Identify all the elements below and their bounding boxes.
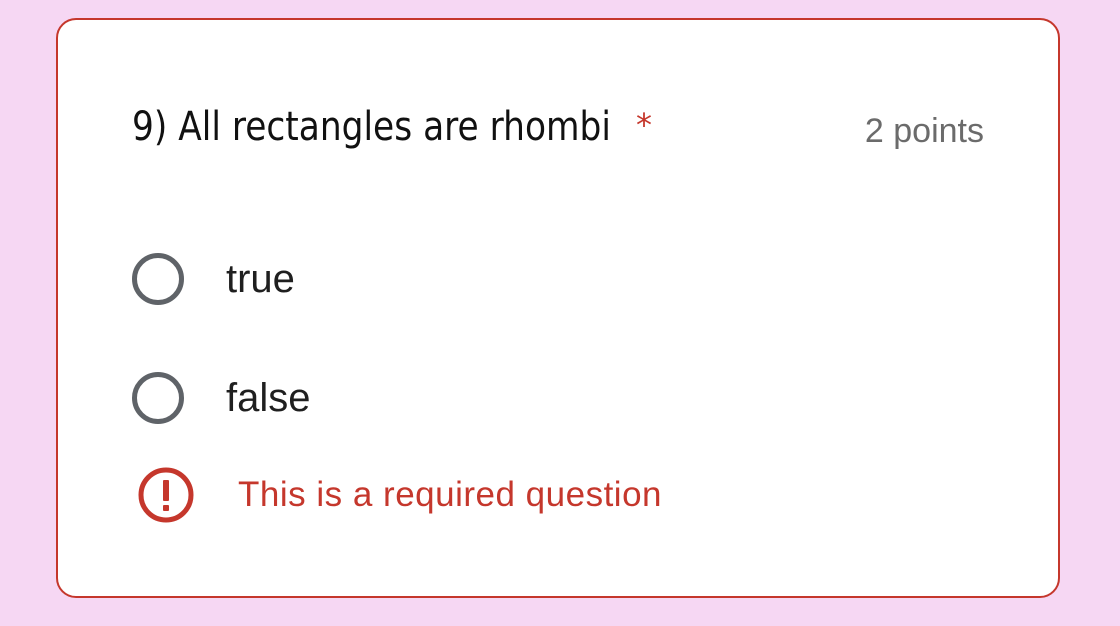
points-label: 2 points bbox=[864, 112, 984, 150]
option-label-false: false bbox=[226, 375, 311, 420]
error-message: This is a required question bbox=[238, 475, 662, 514]
required-asterisk: * bbox=[636, 106, 652, 144]
option-false[interactable]: false bbox=[132, 368, 311, 428]
option-label-true: true bbox=[226, 256, 295, 301]
error-icon bbox=[138, 467, 194, 523]
question-card: 9) All rectangles are rhombi * 2 points … bbox=[56, 18, 1060, 598]
question-title: 9) All rectangles are rhombi bbox=[132, 104, 611, 150]
option-true[interactable]: true bbox=[132, 249, 295, 309]
validation-error: This is a required question bbox=[138, 467, 662, 523]
radio-button-false[interactable] bbox=[132, 372, 184, 424]
radio-button-true[interactable] bbox=[132, 253, 184, 305]
